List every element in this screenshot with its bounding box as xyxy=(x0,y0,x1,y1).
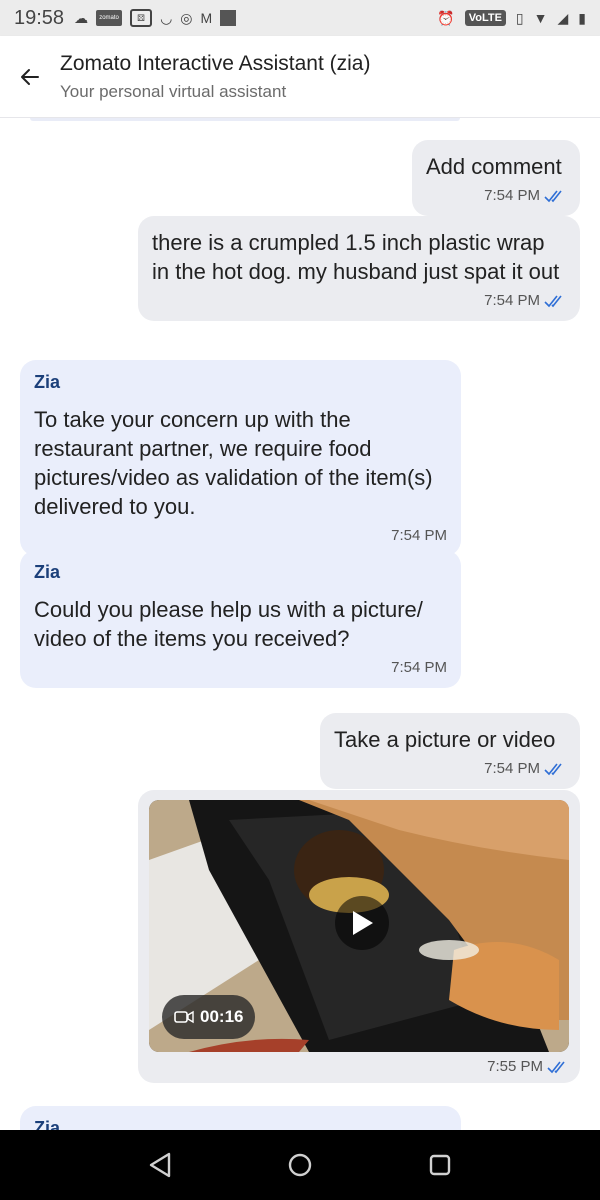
message-text: Take a picture or video xyxy=(334,727,556,752)
app-square-icon xyxy=(220,10,237,26)
video-camera-icon xyxy=(174,1010,194,1024)
outgoing-message[interactable]: Take a picture or video 7:54 PM xyxy=(320,713,580,789)
alarm-icon: ⏰ xyxy=(437,9,455,26)
message-meta: 7:54 PM xyxy=(34,659,447,676)
video-thumbnail[interactable]: 00:16 xyxy=(149,800,569,1052)
system-status-icons: ⏰ VoLTE ▯ ▼ ◢ ▮ xyxy=(437,8,586,28)
sender-name: Zia xyxy=(34,372,61,392)
video-duration-badge: 00:16 xyxy=(162,995,256,1039)
battery-icon: ▮ xyxy=(578,9,586,26)
double-check-icon xyxy=(544,190,562,202)
message-text: To take your concern up with the restaur… xyxy=(34,407,433,519)
gmail-icon: M xyxy=(200,10,213,26)
system-nav-bar xyxy=(0,1130,600,1200)
circle-home-icon xyxy=(288,1153,312,1177)
message-meta: 7:54 PM xyxy=(426,187,566,204)
message-meta: 7:55 PM xyxy=(149,1058,569,1075)
outgoing-video-message[interactable]: 00:16 7:55 PM xyxy=(138,790,580,1083)
zomato-notification-icon: zomato xyxy=(96,10,123,26)
signal-icon: ◢ xyxy=(557,9,569,26)
wifi-icon: ▼ xyxy=(533,10,548,26)
message-time: 7:54 PM xyxy=(391,659,447,676)
double-check-icon xyxy=(544,763,562,775)
header-text: Zomato Interactive Assistant (zia) Your … xyxy=(60,52,370,102)
incoming-message[interactable]: Zia Could you please help us with a pict… xyxy=(20,550,461,688)
outgoing-message[interactable]: Add comment 7:54 PM xyxy=(412,140,580,216)
nav-recents-button[interactable] xyxy=(420,1145,460,1185)
chat-subtitle: Your personal virtual assistant xyxy=(60,81,287,101)
incoming-message[interactable]: Zia xyxy=(20,1106,461,1130)
outgoing-message[interactable]: there is a crumpled 1.5 inch plastic wra… xyxy=(138,216,580,321)
double-check-icon xyxy=(547,1061,565,1073)
chat-header: Zomato Interactive Assistant (zia) Your … xyxy=(0,36,600,118)
smile-icon: ◡ xyxy=(160,9,173,26)
message-meta: 7:54 PM xyxy=(34,527,447,544)
status-bar: 19:58 ☁ zomato ⚄ ◡ ◎ M ⏰ VoLTE ▯ ▼ ◢ ▮ xyxy=(0,0,600,36)
sender-name: Zia xyxy=(34,1118,61,1130)
back-button[interactable] xyxy=(0,36,60,118)
volte-badge: VoLTE xyxy=(464,10,506,26)
message-time: 7:54 PM xyxy=(391,527,447,544)
incoming-message[interactable]: Zia To take your concern up with the res… xyxy=(20,360,461,556)
message-text: Add comment xyxy=(426,154,562,179)
arrow-left-icon xyxy=(21,68,39,85)
message-text: there is a crumpled 1.5 inch plastic wra… xyxy=(152,230,560,284)
dice-icon: ⚄ xyxy=(130,9,153,27)
message-time: 7:54 PM xyxy=(484,292,540,309)
message-time: 7:55 PM xyxy=(487,1058,543,1075)
cloud-game-icon: ☁ xyxy=(74,9,89,26)
previous-message-edge xyxy=(30,118,460,121)
message-meta: 7:54 PM xyxy=(334,760,566,777)
sender-name: Zia xyxy=(34,562,61,582)
double-check-icon xyxy=(544,295,562,307)
chat-thread[interactable]: Add comment 7:54 PM there is a crumpled … xyxy=(0,118,600,1130)
triangle-back-icon xyxy=(149,1152,171,1178)
nav-home-button[interactable] xyxy=(280,1145,320,1185)
message-time: 7:54 PM xyxy=(484,187,540,204)
vibrate-icon: ▯ xyxy=(515,9,524,26)
status-time: 19:58 xyxy=(14,6,65,29)
video-duration: 00:16 xyxy=(200,1007,244,1026)
notification-icons: ☁ zomato ⚄ ◡ ◎ M xyxy=(74,8,237,28)
message-meta: 7:54 PM xyxy=(152,292,566,309)
chrome-icon: ◎ xyxy=(180,9,193,26)
nav-back-button[interactable] xyxy=(140,1145,180,1185)
chat-title: Zomato Interactive Assistant (zia) xyxy=(60,51,371,75)
message-text: Could you please help us with a picture/… xyxy=(34,597,423,651)
play-button[interactable] xyxy=(335,896,389,950)
message-time: 7:54 PM xyxy=(484,760,540,777)
play-icon xyxy=(353,911,373,935)
square-recents-icon xyxy=(429,1154,451,1176)
